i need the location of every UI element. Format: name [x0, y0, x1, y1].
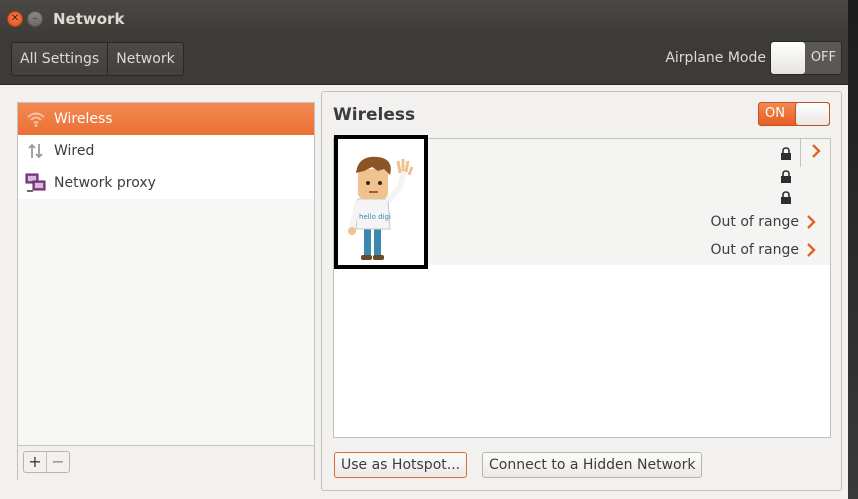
wireless-panel: Wireless ON Out of range Out of range he…	[321, 91, 842, 491]
network-status: Out of range	[710, 214, 799, 230]
chevron-right-icon	[806, 243, 816, 261]
toggle-knob	[795, 103, 829, 125]
network-details-button[interactable]	[806, 215, 816, 233]
wireless-title: Wireless	[333, 105, 416, 125]
chevron-right-icon	[806, 215, 816, 233]
device-sidebar: Wireless Wired Network proxy + −	[17, 102, 315, 480]
lock-icon	[780, 147, 792, 165]
remove-connection-button[interactable]: −	[46, 452, 69, 472]
network-details-button[interactable]	[806, 243, 816, 261]
network-status: Out of range	[710, 242, 799, 258]
sidebar-item-label: Wired	[54, 143, 95, 159]
sidebar-item-wireless[interactable]: Wireless	[18, 103, 314, 135]
airplane-mode-state: OFF	[810, 50, 836, 65]
cartoon-man-illustration: hello digi	[348, 156, 414, 260]
wireless-network-list: Out of range Out of range hello digi	[333, 135, 831, 438]
breadcrumb: All Settings Network	[11, 42, 184, 76]
avatar-image: hello digi	[334, 135, 428, 269]
wired-icon	[18, 135, 54, 167]
wifi-icon	[18, 103, 54, 135]
desktop-background	[848, 0, 858, 499]
title-bar: ✕ – Network	[0, 0, 848, 38]
breadcrumb-all-settings[interactable]: All Settings	[12, 43, 107, 75]
sidebar-item-network-proxy[interactable]: Network proxy	[18, 167, 314, 199]
network-settings-button[interactable]	[800, 139, 831, 167]
sidebar-item-label: Wireless	[54, 111, 113, 127]
toggle-knob	[771, 42, 805, 74]
add-remove-group: + −	[23, 451, 70, 473]
lock-icon	[780, 170, 792, 188]
airplane-mode-toggle[interactable]: OFF	[770, 41, 842, 75]
device-list: Wireless Wired Network proxy	[18, 103, 314, 199]
network-proxy-icon	[18, 167, 54, 199]
wireless-toggle[interactable]: ON	[758, 102, 830, 126]
close-window-button[interactable]: ✕	[7, 11, 23, 27]
close-icon: ✕	[10, 13, 20, 24]
breadcrumb-network[interactable]: Network	[107, 43, 182, 75]
connect-hidden-network-button[interactable]: Connect to a Hidden Network	[482, 452, 703, 478]
list-toolbar: + −	[18, 445, 314, 480]
sidebar-item-label: Network proxy	[54, 175, 156, 191]
sidebar-item-wired[interactable]: Wired	[18, 135, 314, 167]
network-settings-window: ✕ – Network All Settings Network Airplan…	[0, 0, 848, 499]
add-connection-button[interactable]: +	[24, 452, 46, 472]
window-title: Network	[53, 10, 125, 28]
airplane-mode-label: Airplane Mode	[665, 50, 766, 66]
use-as-hotspot-button[interactable]: Use as Hotspot...	[334, 452, 468, 478]
toolbar: All Settings Network Airplane Mode OFF	[0, 38, 848, 85]
lock-icon	[780, 191, 792, 209]
chevron-right-icon	[811, 144, 821, 162]
wireless-state: ON	[765, 106, 785, 121]
shirt-text: hello digi	[359, 213, 391, 221]
minimize-icon: –	[32, 13, 38, 24]
minimize-window-button[interactable]: –	[27, 11, 43, 27]
